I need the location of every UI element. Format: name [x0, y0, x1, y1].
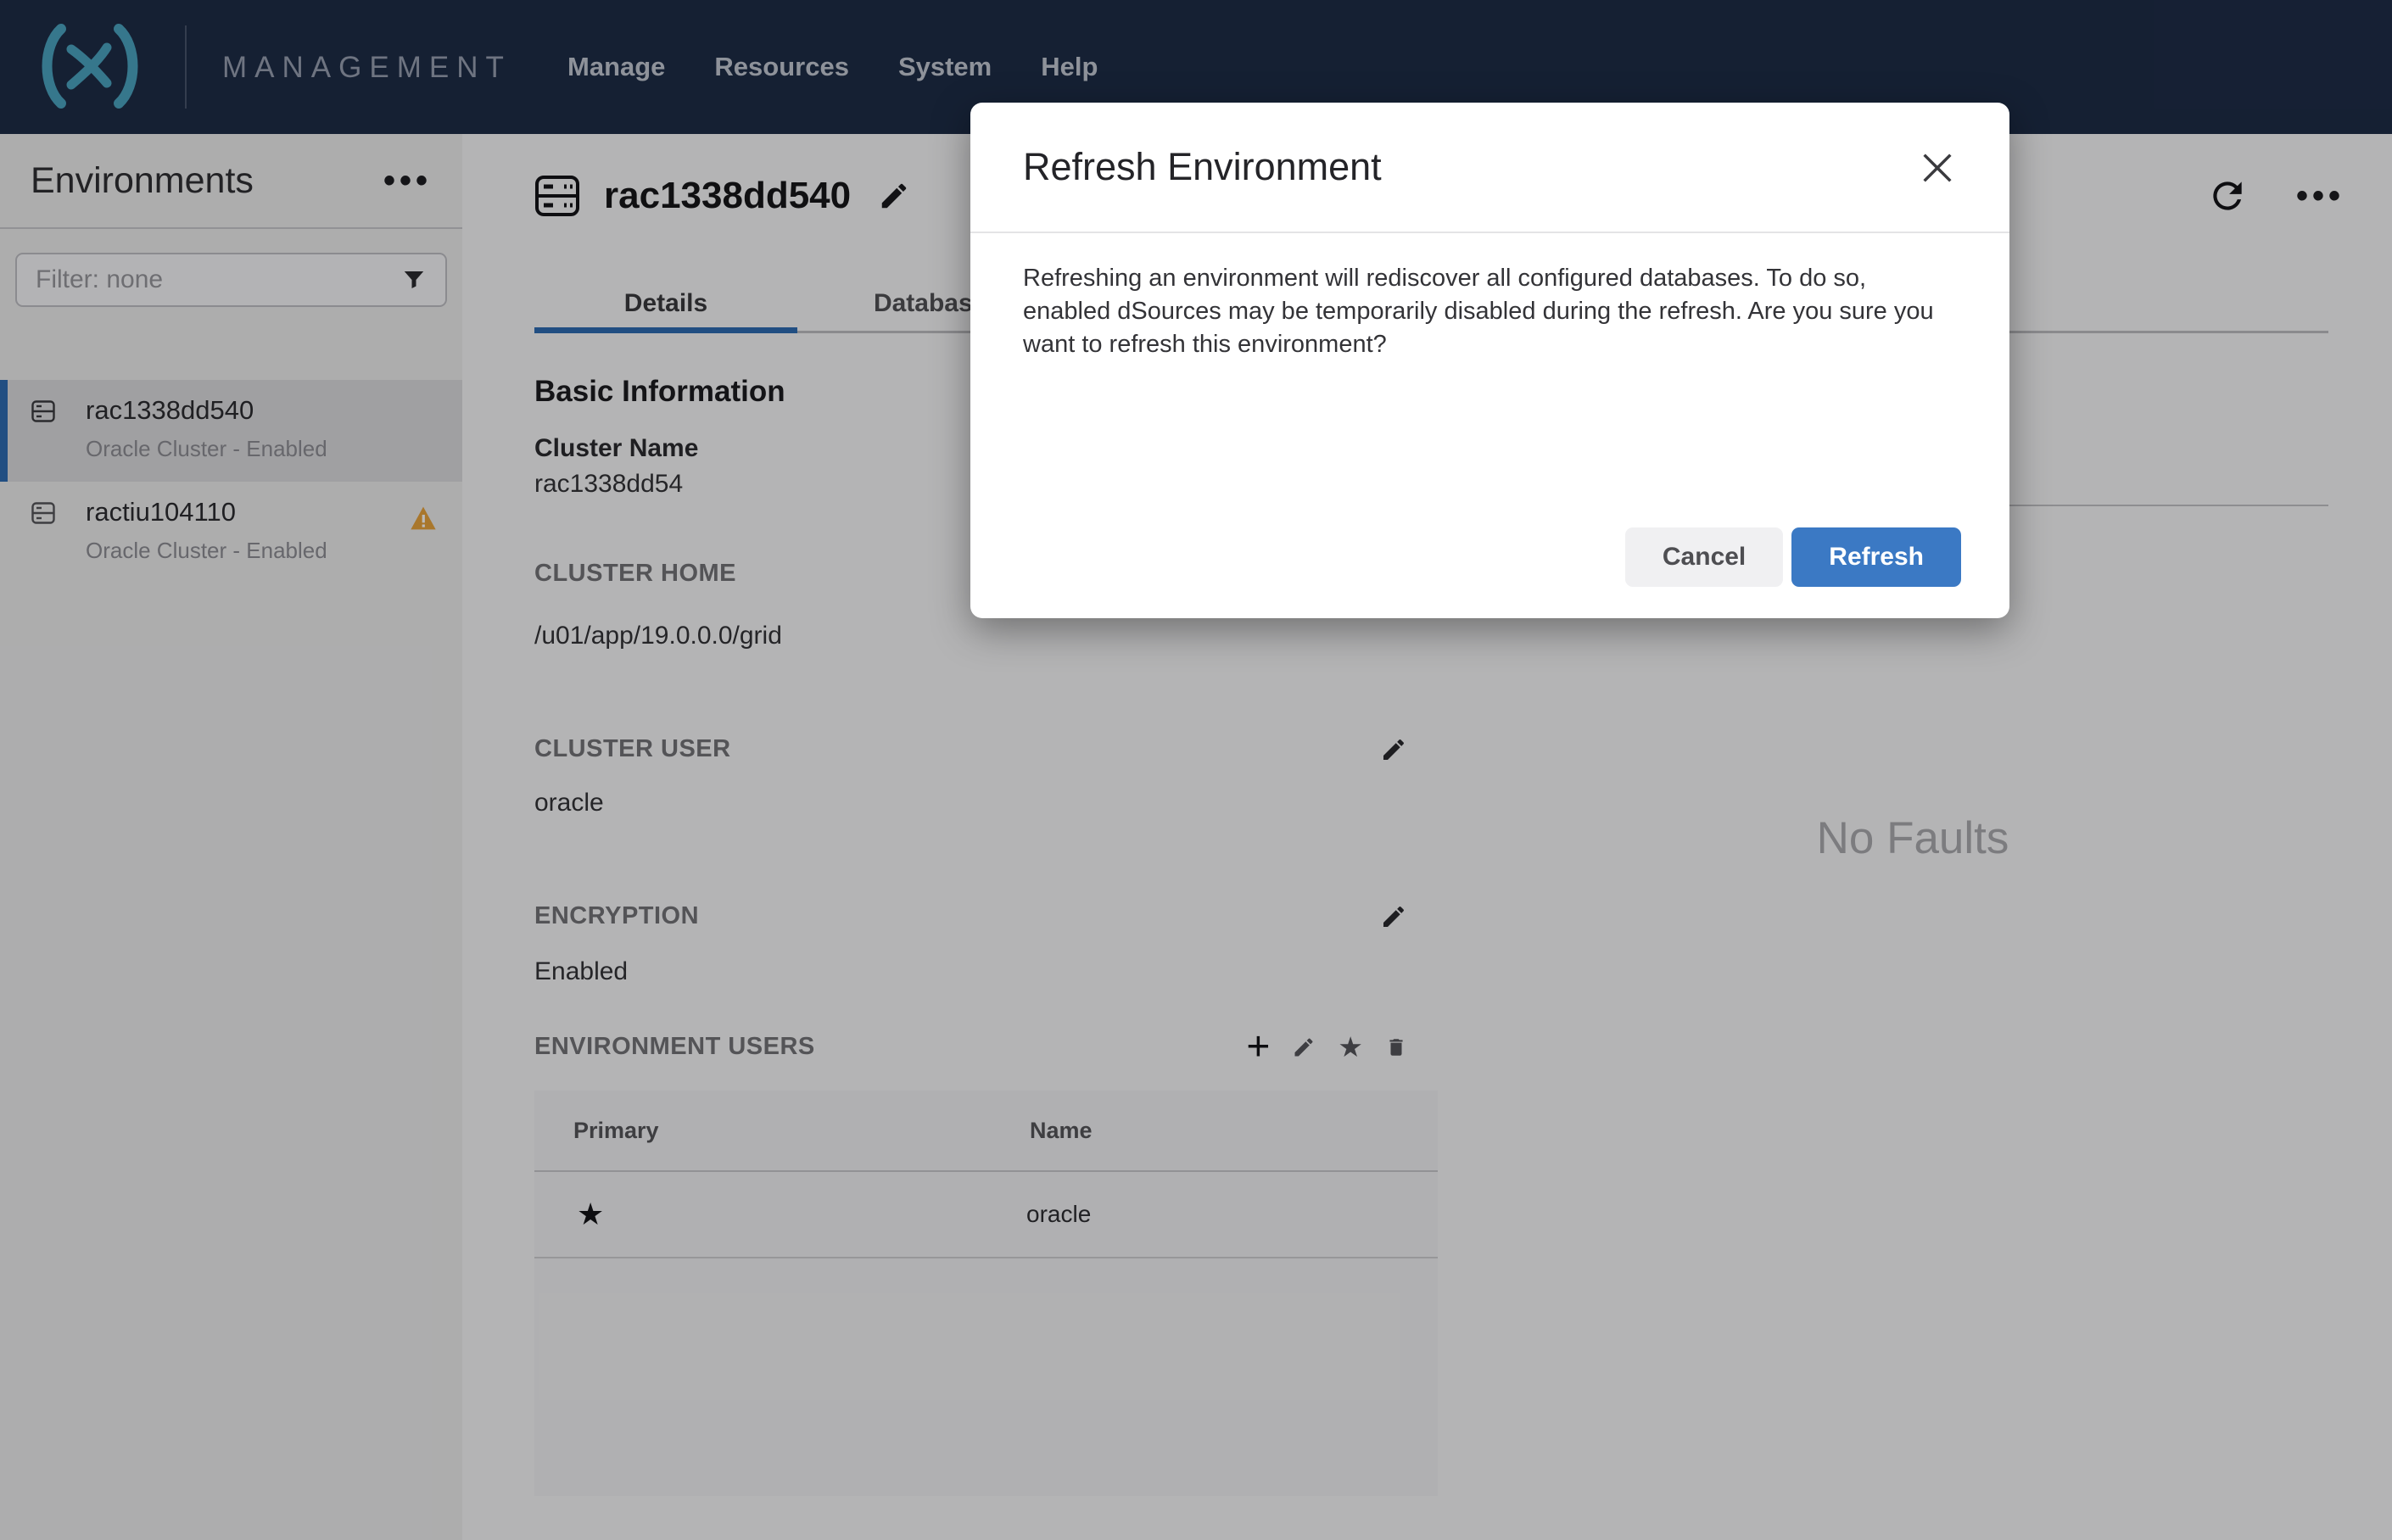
page: MANAGEMENT Manage Resources System Help … — [0, 0, 2392, 1540]
dialog-title: Refresh Environment — [1023, 145, 1382, 188]
close-icon — [1923, 153, 1952, 182]
dialog-footer: Cancel Refresh — [1624, 527, 1961, 587]
dialog-header: Refresh Environment — [970, 103, 2009, 233]
cancel-button[interactable]: Cancel — [1624, 527, 1784, 587]
refresh-confirm-button[interactable]: Refresh — [1791, 527, 1961, 587]
close-dialog-button[interactable] — [1918, 148, 1957, 187]
dialog-message: Refreshing an environment will rediscove… — [1023, 265, 1934, 358]
refresh-environment-dialog: Refresh Environment Refreshing an enviro… — [970, 103, 2009, 618]
